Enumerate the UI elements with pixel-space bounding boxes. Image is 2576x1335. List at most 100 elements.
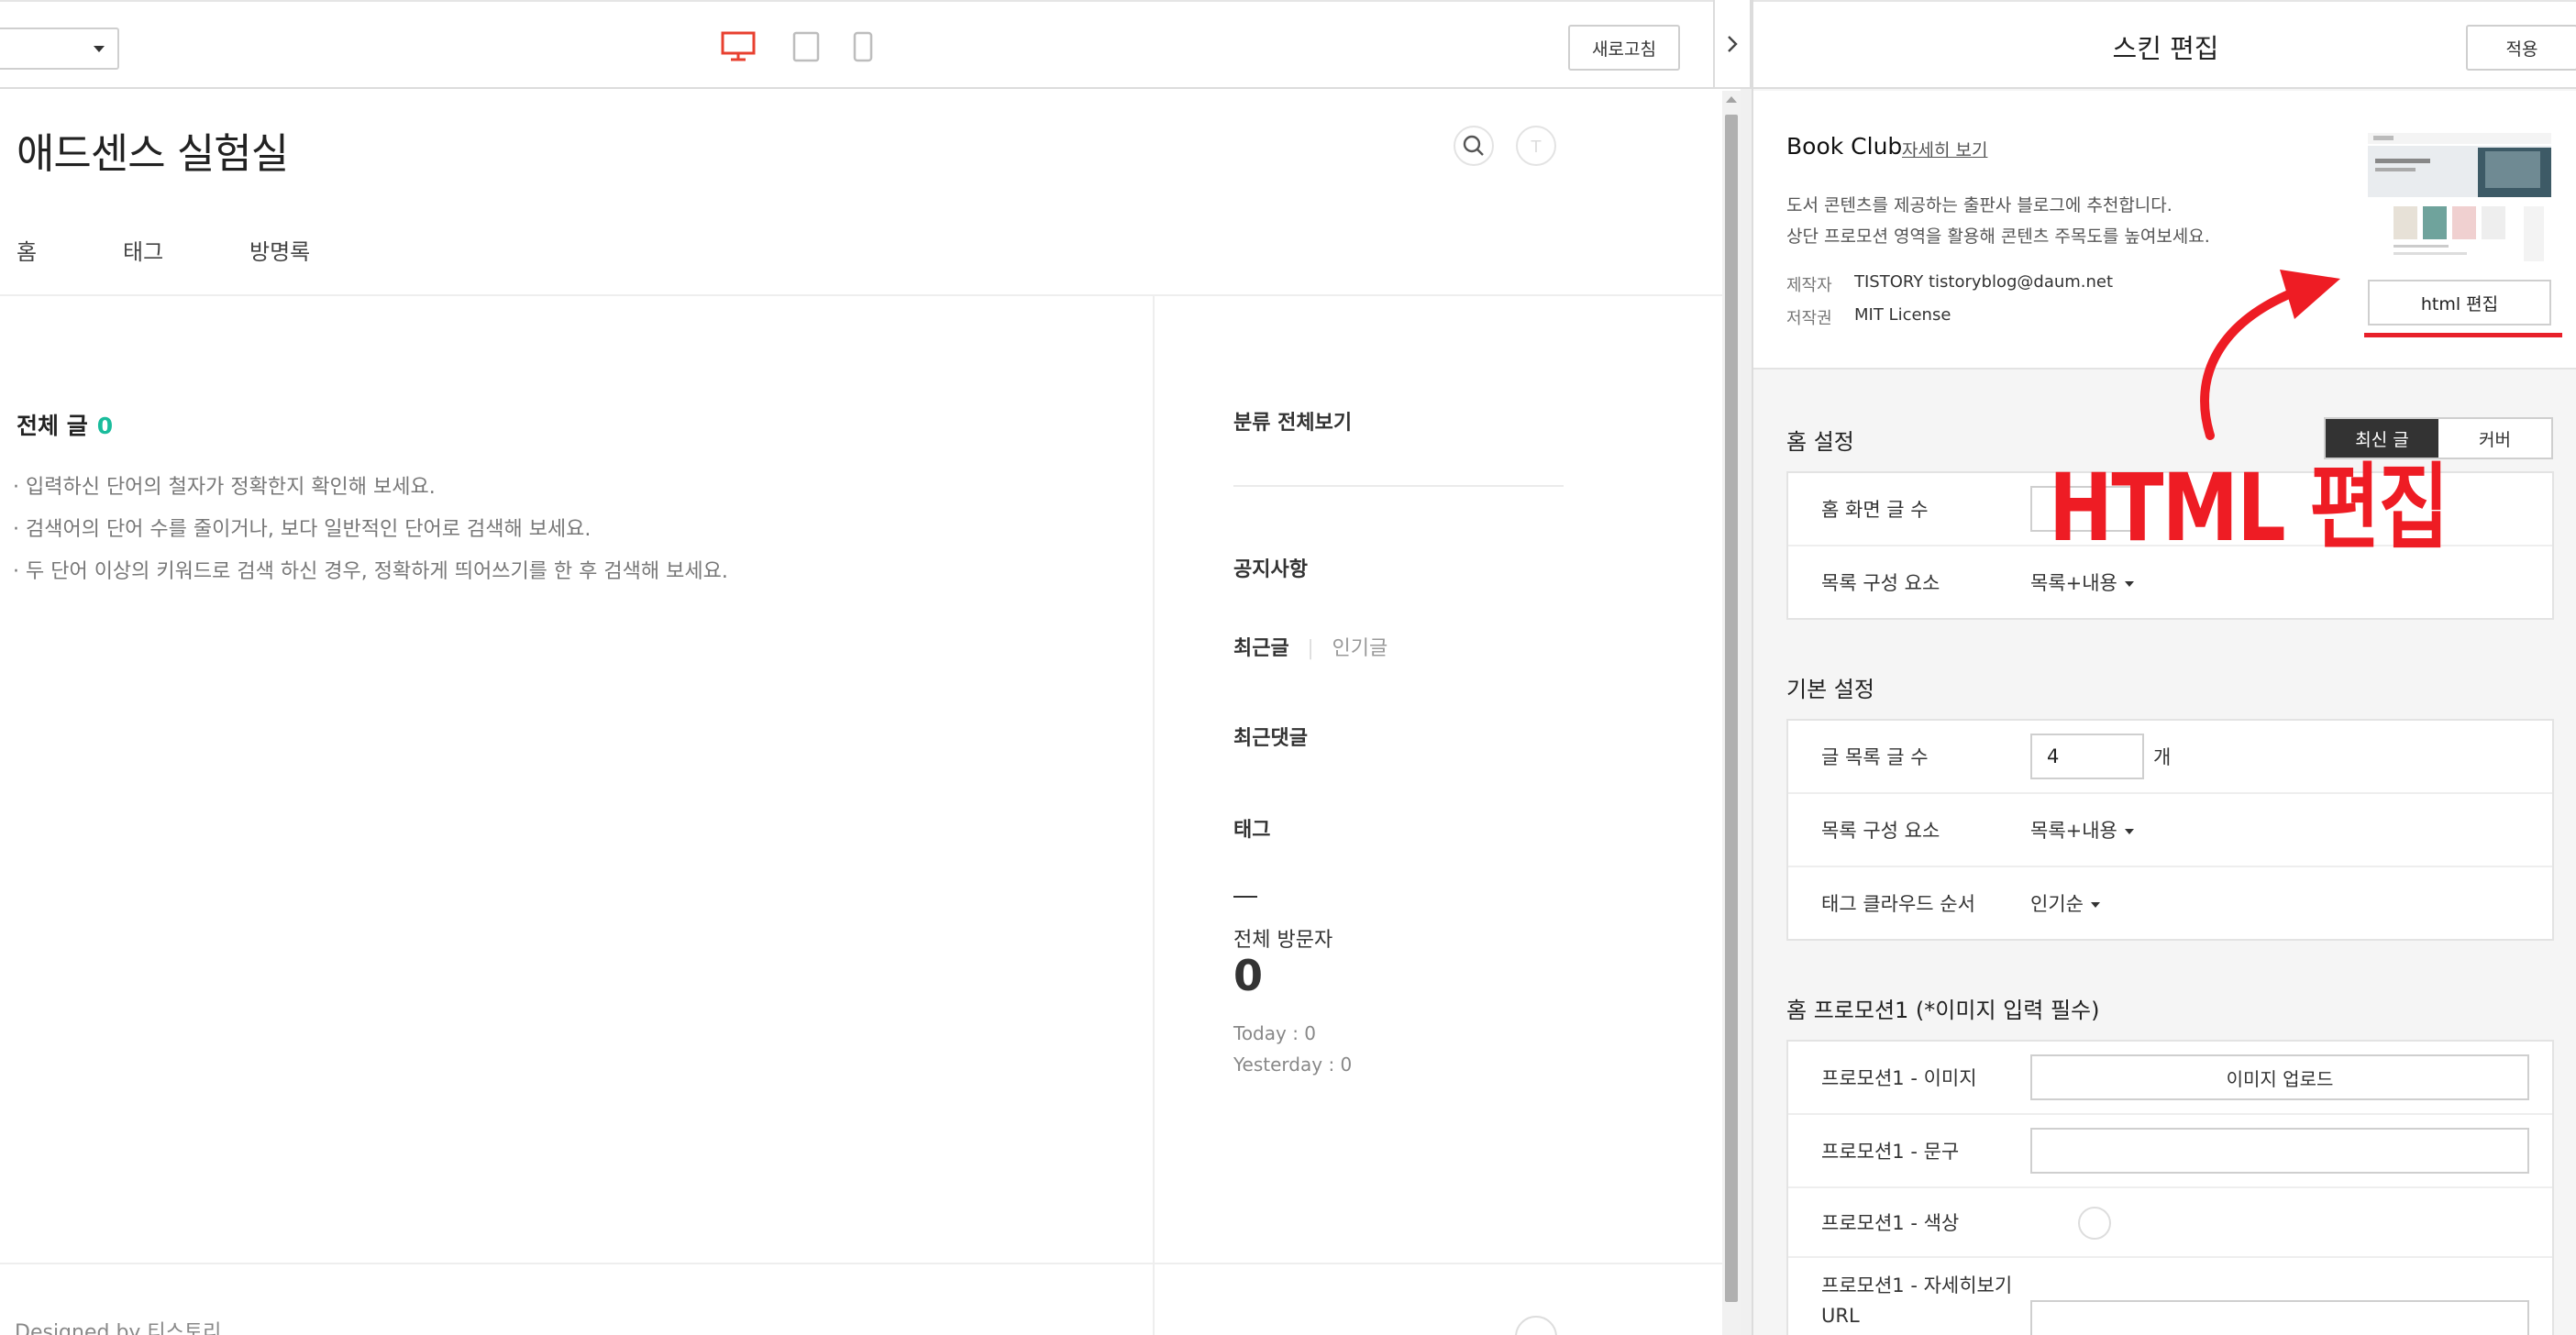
list-component-label: 목록 구성 요소: [1821, 820, 1940, 842]
tag-cloud-order-label: 태그 클라우드 순서: [1821, 893, 1975, 915]
home-post-count-label: 홈 화면 글 수: [1821, 499, 1929, 521]
home-list-component-dropdown[interactable]: 목록+내용: [2030, 568, 2134, 596]
divider: [0, 1263, 1722, 1264]
scrollbar-thumb[interactable]: [1725, 115, 1738, 1302]
nav-guestbook[interactable]: 방명록: [249, 234, 310, 266]
panel-title: 스킨 편집: [2112, 33, 2219, 64]
image-upload-button[interactable]: 이미지 업로드: [2030, 1054, 2529, 1100]
maker-label: 제작자: [1786, 276, 1832, 295]
setting-row: 글 목록 글 수 4 개: [1788, 721, 2552, 794]
annotation-label: HTML 편집: [2049, 454, 2449, 563]
red-arrow-annotation: [2200, 270, 2340, 440]
setting-row: 프로모션1 - 색상: [1788, 1188, 2552, 1258]
visitors-label: 전체 방문자: [1233, 929, 1333, 952]
blog-preview: 애드센스 실험실 T 홈 태그 방명록 전체 글 0 · 입력하신 단어의 철자가…: [0, 91, 1722, 1335]
skin-description: 상단 프로모션 영역을 활용해 콘텐츠 주목도를 높여보세요.: [1786, 226, 2210, 247]
license-label: 저작권: [1786, 309, 1832, 328]
search-tip: · 두 단어 이상의 키워드로 검색 하신 경우, 정확하게 띄어쓰기를 한 후…: [13, 560, 728, 583]
promotion-box: 프로모션1 - 이미지 이미지 업로드 프로모션1 - 문구 프로모션1 - 색…: [1786, 1040, 2554, 1335]
tag-cloud-order-dropdown[interactable]: 인기순: [2030, 889, 2100, 917]
skin-thumbnail-image: [2368, 133, 2551, 269]
all-posts-heading: 전체 글 0: [17, 408, 113, 441]
setting-row: 태그 클라우드 순서 인기순: [1788, 867, 2552, 941]
pane-gutter: [1741, 89, 1752, 1335]
today-count: Today : 0: [1233, 1022, 1317, 1044]
skin-info-card: Book Club 자세히 보기 도서 콘텐츠를 제공하는 출판사 블로그에 추…: [1753, 91, 2576, 370]
promo-text-label: 프로모션1 - 문구: [1821, 1141, 1960, 1163]
skin-description: 도서 콘텐츠를 제공하는 출판사 블로그에 추천합니다.: [1786, 195, 2172, 215]
footer-credit: Designed by 티스토리: [15, 1321, 222, 1335]
mobile-icon[interactable]: [853, 31, 873, 62]
dropdown-value: 목록+내용: [2030, 820, 2117, 842]
search-tip: · 입력하신 단어의 철자가 정확한지 확인해 보세요.: [13, 476, 436, 499]
panel-header: 스킨 편집 적용: [1753, 0, 2576, 89]
nav-home[interactable]: 홈: [17, 234, 37, 266]
skin-select-dropdown[interactable]: [0, 28, 119, 70]
chevron-right-icon: [1728, 35, 1738, 52]
nav-tag[interactable]: 태그: [123, 234, 163, 266]
chevron-down-icon: [94, 46, 105, 52]
skin-name: Book Club: [1786, 133, 1903, 160]
list-component-dropdown[interactable]: 목록+내용: [2030, 816, 2134, 844]
dropdown-value: 인기순: [2030, 893, 2084, 915]
setting-row: 프로모션1 - 이미지 이미지 업로드: [1788, 1042, 2552, 1115]
caret-down-icon: [2090, 902, 2100, 908]
yesterday-count: Yesterday : 0: [1233, 1054, 1353, 1076]
setting-row: 프로모션1 - 문구: [1788, 1115, 2552, 1188]
promo-color-label: 프로모션1 - 색상: [1821, 1212, 1960, 1234]
tab-popular[interactable]: 인기글: [1332, 637, 1388, 660]
color-picker[interactable]: [2078, 1207, 2111, 1240]
scrollbar[interactable]: [1722, 91, 1741, 1335]
blog-title[interactable]: 애드센스 실험실: [17, 120, 289, 180]
skin-edit-panel: 스킨 편집 적용 Book Club 자세히 보기 도서 콘텐츠를 제공하는 출…: [1752, 0, 2576, 1335]
category-all-link[interactable]: 분류 전체보기: [1233, 406, 1352, 436]
setting-row: 목록 구성 요소 목록+내용: [1788, 794, 2552, 867]
post-count-label: 글 목록 글 수: [1821, 746, 1929, 768]
preview-toolbar: 새로고침: [0, 0, 1722, 89]
svg-text:T: T: [1531, 138, 1542, 157]
all-posts-label: 전체 글: [17, 413, 88, 439]
setting-row: 프로모션1 - 자세히보기 URL: [1788, 1258, 2552, 1335]
refresh-button[interactable]: 새로고침: [1568, 25, 1680, 71]
search-tip: · 검색어의 단어 수를 줄이거나, 보다 일반적인 단어로 검색해 보세요.: [13, 518, 591, 541]
dropdown-value: 목록+내용: [2030, 572, 2117, 594]
caret-down-icon: [2124, 581, 2134, 587]
promo-image-label: 프로모션1 - 이미지: [1821, 1067, 1977, 1089]
license-value: MIT License: [1854, 305, 1951, 325]
promo-text-input[interactable]: [2030, 1128, 2529, 1174]
basic-settings-box: 글 목록 글 수 4 개 목록 구성 요소 목록+내용 태그 클라우드 순서 인…: [1786, 719, 2554, 941]
scroll-up-arrow-icon[interactable]: [1726, 96, 1737, 103]
top-button[interactable]: [1515, 1316, 1557, 1335]
post-count-input[interactable]: 4: [2030, 734, 2144, 779]
apply-button[interactable]: 적용: [2466, 25, 2576, 71]
main-content: 전체 글 0 · 입력하신 단어의 철자가 정확한지 확인해 보세요. · 검색어…: [0, 296, 1155, 1335]
caret-down-icon: [2124, 829, 2134, 834]
promo-url-input[interactable]: [2030, 1300, 2529, 1335]
home-settings-title: 홈 설정: [1786, 429, 1854, 455]
promo-url-label-line: 프로모션1 - 자세히보기: [1821, 1274, 2013, 1296]
divider: [1233, 896, 1257, 898]
post-count-unit: 개: [2153, 746, 2172, 768]
notice-heading: 공지사항: [1233, 558, 1308, 581]
recent-comments-heading: 최근댓글: [1233, 727, 1308, 750]
preview-pane: 새로고침 애드센스 실험실 T 홈 태그 방명록 전체 글 0 · 입력하신 단어…: [0, 0, 1741, 1335]
skin-details-link[interactable]: 자세히 보기: [1902, 137, 1987, 161]
home-list-component-label: 목록 구성 요소: [1821, 572, 1940, 594]
profile-icon[interactable]: T: [1515, 125, 1557, 167]
toggle-cover[interactable]: 커버: [2438, 419, 2551, 458]
tab-recent[interactable]: 최근글: [1233, 637, 1289, 660]
html-edit-button[interactable]: html 편집: [2368, 280, 2551, 325]
recent-popular-tabs: 최근글 | 인기글: [1233, 632, 1388, 661]
desktop-icon[interactable]: [721, 31, 756, 62]
visitors-count: 0: [1233, 951, 1264, 1000]
maker-value: TISTORY tistoryblog@daum.net: [1854, 272, 2114, 292]
collapse-panel-button[interactable]: [1713, 0, 1752, 89]
promo-url-label-line: URL: [1821, 1305, 1860, 1327]
basic-settings-title: 기본 설정: [1786, 677, 1874, 702]
highlight-underline: [2364, 333, 2562, 337]
search-icon[interactable]: [1453, 125, 1495, 167]
promotion-title: 홈 프로모션1 (*이미지 입력 필수): [1786, 998, 2100, 1023]
tablet-icon[interactable]: [792, 31, 820, 62]
tab-separator: |: [1307, 637, 1314, 660]
all-posts-count: 0: [96, 413, 114, 439]
